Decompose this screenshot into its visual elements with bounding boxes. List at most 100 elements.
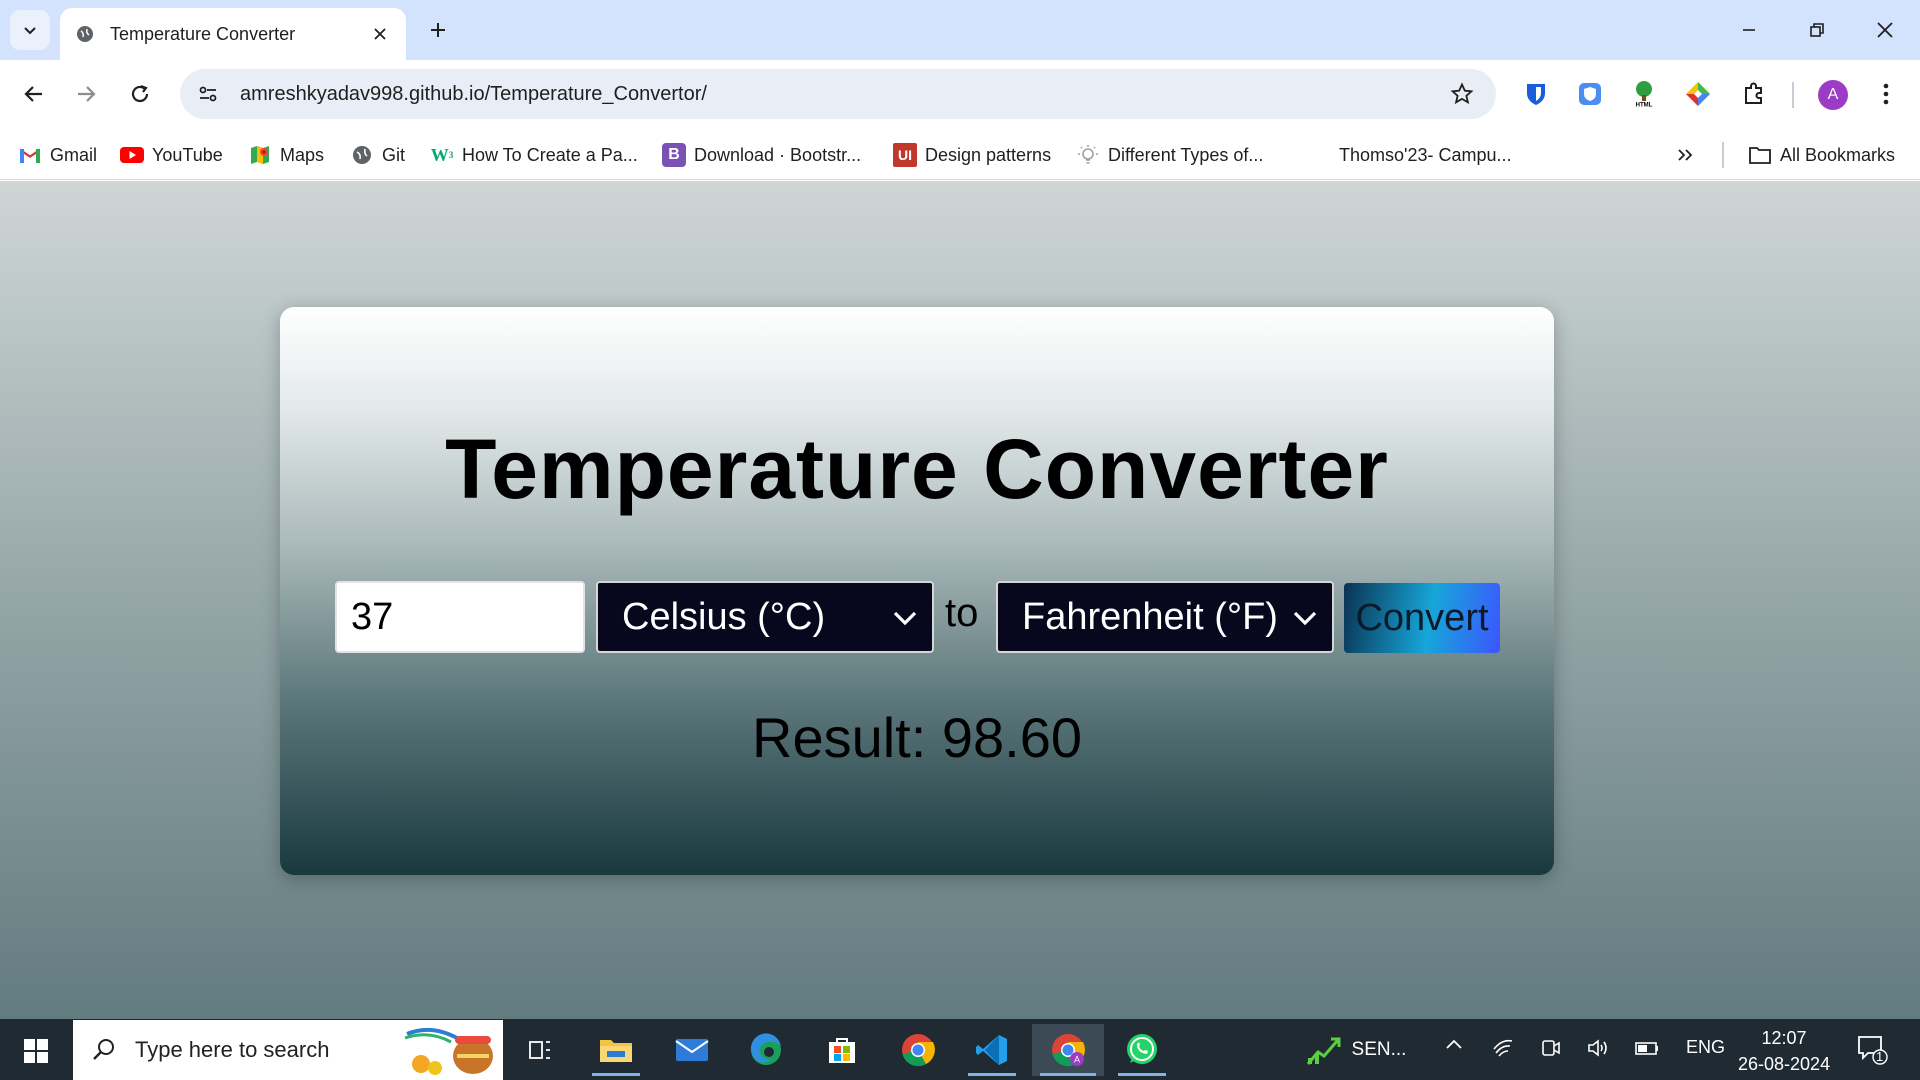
from-unit-select[interactable]: Celsius (°C) (596, 581, 934, 653)
back-button[interactable] (14, 74, 54, 114)
all-bookmarks-button[interactable]: All Bookmarks (1748, 142, 1895, 168)
arrow-left-icon (24, 86, 42, 102)
chrome-icon: A (1052, 1034, 1085, 1067)
mail-app[interactable] (660, 1024, 724, 1076)
close-tab-icon[interactable] (368, 22, 392, 46)
colorful-extension-icon[interactable] (1678, 74, 1718, 114)
task-view-button[interactable] (508, 1024, 572, 1076)
bookmark-label: Download · Bootstr... (694, 144, 862, 165)
bookmark-label: Maps (280, 144, 325, 165)
edge-app[interactable] (734, 1024, 798, 1076)
profile-avatar[interactable]: A (1818, 80, 1848, 110)
w3schools-icon: W3 (430, 144, 454, 165)
search-highlight-image (401, 1024, 497, 1076)
bookmark-label: YouTube (152, 144, 223, 165)
windows-icon (24, 1039, 48, 1063)
bookmarks-bar: Gmail YouTube Maps Git W3 How To Create … (0, 128, 1920, 180)
bookmark-label: All Bookmarks (1780, 144, 1896, 165)
clock[interactable]: 12:07 26-08-2024 (1738, 1025, 1830, 1077)
tab-active[interactable]: Temperature Converter (60, 8, 406, 60)
bookmark-maps[interactable]: Maps (248, 142, 324, 168)
tab-search-button[interactable] (10, 10, 50, 50)
folder-icon (600, 1040, 632, 1062)
bookmark-gmail[interactable]: Gmail (18, 142, 97, 168)
file-explorer-app[interactable] (584, 1024, 648, 1076)
volume-icon[interactable] (1586, 1037, 1610, 1064)
page-title: Temperature Converter (445, 422, 1389, 516)
battery-icon[interactable] (1634, 1037, 1660, 1064)
bookmark-label: Design patterns (925, 144, 1052, 165)
bulb-icon (1076, 143, 1100, 167)
from-unit-value: Celsius (°C) (622, 595, 826, 638)
notification-count: 1 (1876, 1049, 1884, 1064)
search-placeholder: Type here to search (135, 1037, 330, 1062)
convert-button[interactable]: Convert (1344, 583, 1500, 653)
bitwarden-extension-icon[interactable] (1516, 74, 1556, 114)
start-button[interactable] (12, 1031, 60, 1071)
chevron-up-icon (1446, 1039, 1462, 1049)
edge-icon (750, 1033, 781, 1065)
plus-icon (431, 23, 445, 37)
chevron-down-icon (1293, 611, 1317, 626)
language-indicator[interactable]: ENG (1686, 1037, 1725, 1058)
bookmark-label: Different Types of... (1108, 144, 1264, 165)
chrome-profile-app[interactable]: A (1032, 1024, 1104, 1076)
temperature-input[interactable] (335, 581, 585, 653)
bookmarks-overflow-button[interactable] (1676, 142, 1694, 168)
clock-date: 26-08-2024 (1738, 1054, 1831, 1074)
notification-center-button[interactable]: 1 (1856, 1033, 1888, 1070)
task-view-icon (529, 1041, 550, 1059)
page-viewport: Temperature Converter Celsius (°C) to Fa… (0, 181, 1920, 1019)
more-menu-icon[interactable] (1866, 74, 1906, 114)
html-tree-extension-icon[interactable]: HTML (1624, 74, 1664, 114)
to-unit-select[interactable]: Fahrenheit (°F) (996, 581, 1334, 653)
reload-icon (131, 84, 149, 103)
whatsapp-app[interactable] (1110, 1024, 1174, 1076)
chrome-icon (902, 1034, 935, 1067)
network-icon[interactable] (1492, 1037, 1514, 1064)
store-icon (829, 1038, 855, 1063)
clock-time: 12:07 (1761, 1028, 1807, 1048)
folder-icon (1748, 143, 1772, 167)
bookmark-bootstrap[interactable]: B Download · Bootstr... (662, 142, 861, 168)
meet-now-icon[interactable] (1540, 1037, 1562, 1064)
reload-button[interactable] (120, 74, 160, 114)
show-hidden-icons-button[interactable] (1444, 1035, 1464, 1060)
vscode-app[interactable] (960, 1024, 1024, 1076)
svg-text:HTML: HTML (1636, 103, 1653, 109)
shield-extension-icon[interactable] (1570, 74, 1610, 114)
bookmark-git[interactable]: Git (350, 142, 405, 168)
tab-title: Temperature Converter (110, 23, 296, 44)
bookmark-design-patterns[interactable]: UI Design patterns (893, 142, 1051, 168)
taskbar-search-box[interactable]: Type here to search (73, 1020, 503, 1080)
star-icon (1450, 82, 1474, 105)
chevron-down-icon (893, 611, 917, 626)
address-bar[interactable]: amreshkyadav998.github.io/Temperature_Co… (180, 69, 1496, 119)
result-text: Result: 98.60 (752, 706, 1082, 769)
vscode-icon (976, 1035, 1007, 1065)
chrome-app[interactable] (886, 1024, 950, 1076)
bookmark-star-button[interactable] (1442, 74, 1482, 114)
new-tab-button[interactable] (422, 14, 454, 46)
site-info-icon[interactable] (186, 72, 230, 116)
bookmark-different-types[interactable]: Different Types of... (1076, 142, 1263, 168)
bookmark-label: Gmail (50, 144, 98, 165)
bookmark-w3schools[interactable]: W3 How To Create a Pa... (430, 142, 638, 168)
extensions-puzzle-icon[interactable] (1734, 74, 1774, 114)
bookmark-youtube[interactable]: YouTube (120, 142, 223, 168)
microsoft-store-app[interactable] (810, 1024, 874, 1076)
close-window-button[interactable] (1862, 12, 1908, 48)
url-text[interactable]: amreshkyadav998.github.io/Temperature_Co… (240, 83, 1442, 106)
maps-icon (248, 143, 272, 167)
bookmark-label: How To Create a Pa... (462, 144, 638, 165)
forward-button[interactable] (66, 74, 106, 114)
bookmark-thomso[interactable]: Thomso'23- Campu... (1339, 142, 1512, 168)
minimize-button[interactable] (1726, 12, 1772, 48)
restore-icon (1810, 23, 1824, 37)
stock-widget[interactable]: SEN... (1296, 1024, 1416, 1076)
restore-button[interactable] (1794, 12, 1840, 48)
ui-icon: UI (893, 143, 917, 167)
bookmarks-separator (1722, 142, 1724, 168)
converter-card: Temperature Converter Celsius (°C) to Fa… (280, 307, 1554, 875)
stock-chart-icon (1306, 1037, 1341, 1065)
